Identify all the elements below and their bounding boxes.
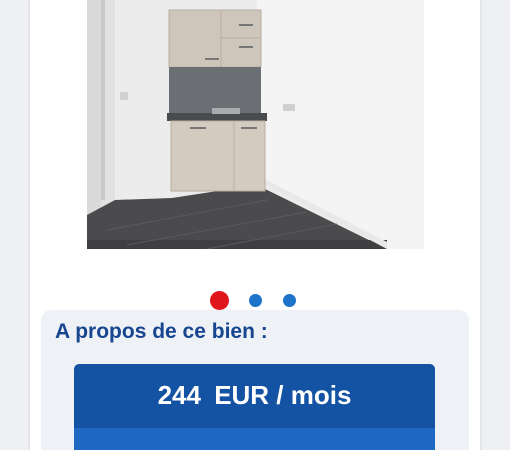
listing-card: A propos de ce bien : 244 EUR / mois [30,0,480,450]
price-secondary-band [74,428,435,450]
kitchenette-image [87,0,424,249]
price-box: 244 EUR / mois [74,364,435,450]
price-amount: 244 [157,380,201,410]
carousel-dot-active[interactable] [210,291,229,310]
carousel-dots [210,290,300,312]
price-text: 244 EUR / mois [74,380,435,411]
price-currency-period: EUR / mois [214,380,352,410]
carousel-dot[interactable] [283,294,296,307]
about-title: A propos de ce bien : [55,320,268,343]
about-section: A propos de ce bien : 244 EUR / mois [41,310,469,450]
listing-photo[interactable] [87,0,424,249]
carousel-dot[interactable] [249,294,262,307]
